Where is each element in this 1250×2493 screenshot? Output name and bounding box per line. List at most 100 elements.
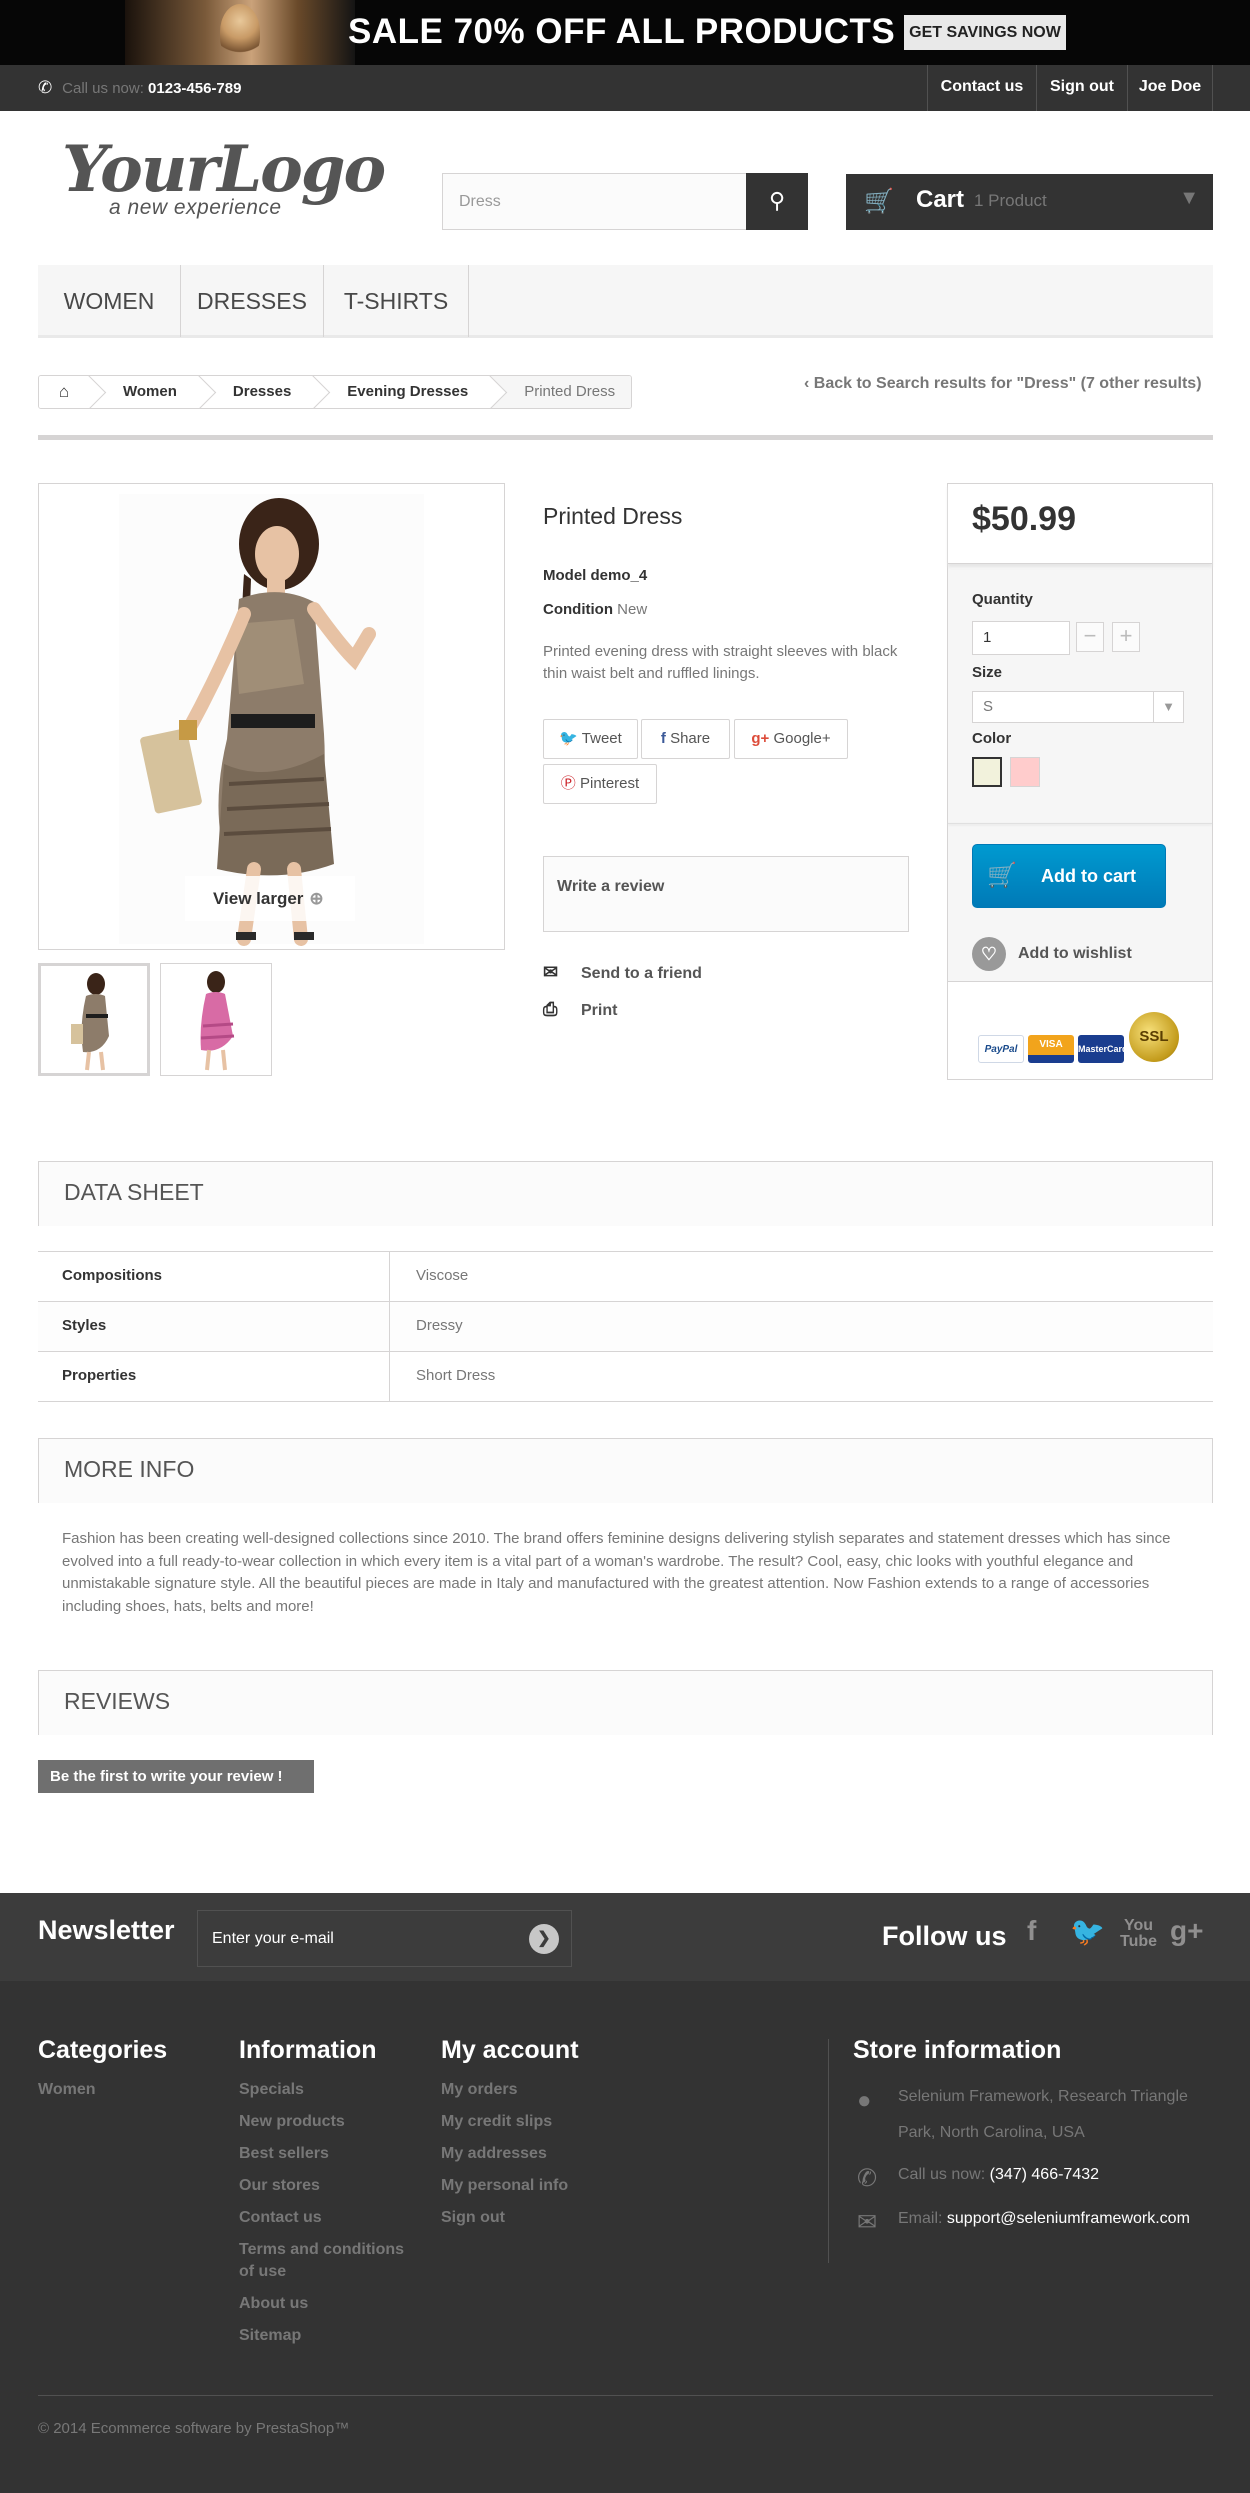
footer-link-new-products[interactable]: New products: [239, 2111, 419, 2133]
quantity-input[interactable]: 1: [972, 621, 1070, 655]
newsletter-title: Newsletter: [38, 1915, 175, 1945]
color-swatch-beige[interactable]: [972, 757, 1002, 787]
add-to-wishlist-link[interactable]: ♡ Add to wishlist: [972, 937, 1132, 971]
search-box: ⚲: [442, 173, 808, 230]
sign-out-link[interactable]: Sign out: [1036, 65, 1127, 111]
model-label: Model: [543, 567, 587, 584]
back-to-search-link[interactable]: ‹ Back to Search results for "Dress" (7 …: [804, 375, 1202, 393]
search-button[interactable]: ⚲: [746, 173, 808, 230]
table-row: Compositions Viscose: [38, 1252, 1213, 1302]
back-link-text: Back to Search results for "Dress" (7 ot…: [813, 375, 1202, 392]
pinterest-icon: Ⓟ: [560, 775, 576, 792]
more-info-heading: MORE INFO: [38, 1438, 1213, 1503]
visa-logo: VISA: [1028, 1035, 1074, 1063]
write-review-button[interactable]: Write a review: [543, 856, 909, 932]
menu-item-tshirts[interactable]: T-SHIRTS: [324, 265, 469, 337]
chevron-down-icon: ▼: [1153, 692, 1183, 722]
newsletter-placeholder: Enter your e-mail: [212, 1930, 334, 1947]
breadcrumb-evening-dresses[interactable]: Evening Dresses: [313, 376, 491, 408]
table-value: Dressy: [416, 1317, 463, 1334]
condition-value: New: [617, 601, 648, 618]
home-icon[interactable]: ⌂: [39, 376, 89, 408]
footer-link-terms[interactable]: Terms and conditions of use: [239, 2239, 419, 2283]
cart-button[interactable]: 🛒 Cart 1 Product ▼: [846, 174, 1213, 230]
logo-text: YourLogo: [62, 132, 386, 207]
model-value: demo_4: [590, 567, 648, 584]
search-icon: ⚲: [768, 188, 786, 213]
size-select[interactable]: S ▼: [972, 691, 1184, 723]
table-row: Properties Short Dress: [38, 1352, 1213, 1402]
color-label: Color: [972, 730, 1012, 747]
menu-item-dresses[interactable]: DRESSES: [181, 265, 324, 337]
product-price: $50.99: [948, 484, 1212, 564]
tweet-button[interactable]: 🐦 Tweet: [543, 719, 638, 759]
logo[interactable]: YourLogo a new experience: [62, 135, 386, 225]
facebook-icon[interactable]: f: [1027, 1915, 1036, 1947]
account-link[interactable]: Joe Doe: [1127, 65, 1213, 111]
store-address: ● Selenium Framework, Research Triangle P…: [853, 2079, 1213, 2151]
newsletter-email-input[interactable]: Enter your e-mail ❯: [197, 1910, 572, 1967]
footer-link-specials[interactable]: Specials: [239, 2079, 419, 2101]
logo-tagline: a new experience: [109, 196, 282, 219]
footer-link-addresses[interactable]: My addresses: [441, 2143, 641, 2165]
youtube-icon[interactable]: You Tube: [1120, 1918, 1157, 1950]
add-to-cart-button[interactable]: 🛒 Add to cart: [972, 844, 1166, 908]
arrow-right-icon[interactable]: ❯: [529, 1924, 559, 1954]
cart-title: Cart: [916, 186, 965, 213]
footer-link-sitemap[interactable]: Sitemap: [239, 2325, 419, 2347]
payment-logos: PayPal VISA MasterCard SSL: [948, 982, 1212, 1079]
color-swatch-pink[interactable]: [1010, 757, 1040, 787]
footer-link-our-stores[interactable]: Our stores: [239, 2175, 419, 2197]
table-row: Styles Dressy: [38, 1302, 1213, 1352]
top-nav: ✆ Call us now: 0123-456-789 Contact us S…: [0, 65, 1250, 111]
send-to-friend-link[interactable]: ✉ Send to a friend: [543, 962, 702, 983]
quantity-decrease-button[interactable]: −: [1076, 622, 1104, 652]
footer-link-sign-out[interactable]: Sign out: [441, 2207, 641, 2229]
view-larger-label: View larger: [213, 889, 304, 908]
google-plus-icon[interactable]: g+: [1170, 1915, 1203, 1947]
store-information: ● Selenium Framework, Research Triangle P…: [853, 2079, 1213, 2237]
search-input[interactable]: [443, 174, 748, 229]
menu-item-women[interactable]: WOMEN: [38, 265, 181, 337]
get-savings-button[interactable]: GET SAVINGS NOW: [904, 15, 1066, 50]
footer-link-personal-info[interactable]: My personal info: [441, 2175, 641, 2197]
footer-link-women[interactable]: Women: [38, 2079, 218, 2101]
footer-link-my-orders[interactable]: My orders: [441, 2079, 641, 2101]
quantity-label: Quantity: [972, 591, 1033, 608]
store-email-label: Email:: [898, 2210, 943, 2227]
product-description: Printed evening dress with straight slee…: [543, 643, 898, 682]
footer-link-about-us[interactable]: About us: [239, 2293, 419, 2315]
condition-label: Condition: [543, 601, 613, 618]
divider: [38, 2395, 1213, 2396]
buy-box: $50.99 Quantity 1 − + Size S ▼ Color 🛒 Ad…: [947, 483, 1213, 1080]
quantity-increase-button[interactable]: +: [1112, 622, 1140, 652]
thumbnail-1[interactable]: [38, 963, 150, 1076]
contact-us-link[interactable]: Contact us: [927, 65, 1036, 111]
store-phone: ✆ Call us now: (347) 466-7432: [853, 2157, 1213, 2193]
breadcrumb: ⌂ Women Dresses Evening Dresses Printed …: [38, 375, 633, 409]
google-plus-button[interactable]: g+ Google+: [734, 719, 848, 759]
footer-link-best-sellers[interactable]: Best sellers: [239, 2143, 419, 2165]
footer-link-contact-us[interactable]: Contact us: [239, 2207, 419, 2229]
zoom-icon: ⊕: [309, 889, 324, 908]
product-condition: Condition New: [543, 601, 647, 618]
thumbnail-2[interactable]: [160, 963, 272, 1076]
banner-model-image: [125, 0, 355, 65]
print-link[interactable]: ⎙ Print: [543, 999, 617, 1020]
view-larger-button[interactable]: View larger ⊕: [185, 876, 355, 921]
print-label: Print: [581, 1002, 618, 1019]
store-email: ✉ Email: support@seleniumframework.com: [853, 2201, 1213, 2237]
footer-link-credit-slips[interactable]: My credit slips: [441, 2111, 641, 2133]
top-phone-number: 0123-456-789: [148, 80, 242, 97]
twitter-icon[interactable]: 🐦: [1070, 1915, 1105, 1948]
footer-categories-title: Categories: [38, 2036, 168, 2064]
size-value: S: [983, 698, 994, 715]
chevron-left-icon: ‹: [804, 375, 814, 392]
first-review-button[interactable]: Be the first to write your review !: [38, 1760, 314, 1793]
store-email-link[interactable]: support@seleniumframework.com: [947, 2210, 1190, 2227]
pinterest-button[interactable]: Ⓟ Pinterest: [543, 764, 657, 804]
promo-banner[interactable]: SALE 70% OFF ALL PRODUCTS GET SAVINGS NO…: [0, 0, 1250, 65]
table-value: Viscose: [416, 1267, 469, 1284]
facebook-share-button[interactable]: f Share: [641, 719, 730, 759]
send-friend-label: Send to a friend: [581, 965, 702, 982]
